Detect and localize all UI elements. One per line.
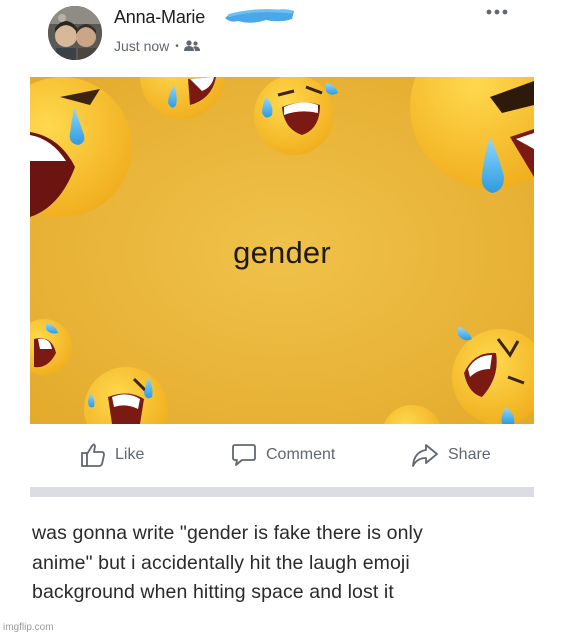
share-button[interactable]: Share [411,442,491,468]
section-divider [30,487,534,497]
more-options-icon[interactable] [485,6,509,18]
redaction-scribble [225,9,294,23]
image-caption-text: gender [233,235,331,270]
caption-line: anime" but i accidentally hit the laugh … [32,551,410,574]
author-name[interactable]: Anna-Marie [114,7,205,28]
friends-icon[interactable] [183,40,200,52]
meta-separator: • [175,40,179,52]
like-label: Like [115,446,145,463]
caption-line: was gonna write "gender is fake there is… [32,522,423,544]
post-image[interactable]: gender [30,77,534,424]
post-header: Anna-Marie Just now • [0,0,564,72]
timestamp[interactable]: Just now [114,38,169,54]
avatar[interactable] [48,6,102,60]
imgflip-watermark: imgflip.com [3,622,54,633]
post-actions: Like Comment Share [30,436,534,480]
comment-button[interactable]: Comment [231,442,335,468]
avatar-photo [48,6,102,60]
caption-line: background when hitting space and lost i… [32,581,394,603]
share-arrow-icon [412,444,438,467]
share-label: Share [448,446,491,463]
thumbs-up-icon [81,443,105,467]
comment-bubble-icon [232,444,256,466]
like-button[interactable]: Like [80,442,144,468]
comment-label: Comment [266,446,336,463]
post-meta: Just now • [114,38,200,54]
meme-caption: was gonna write "gender is fake there is… [32,519,532,608]
